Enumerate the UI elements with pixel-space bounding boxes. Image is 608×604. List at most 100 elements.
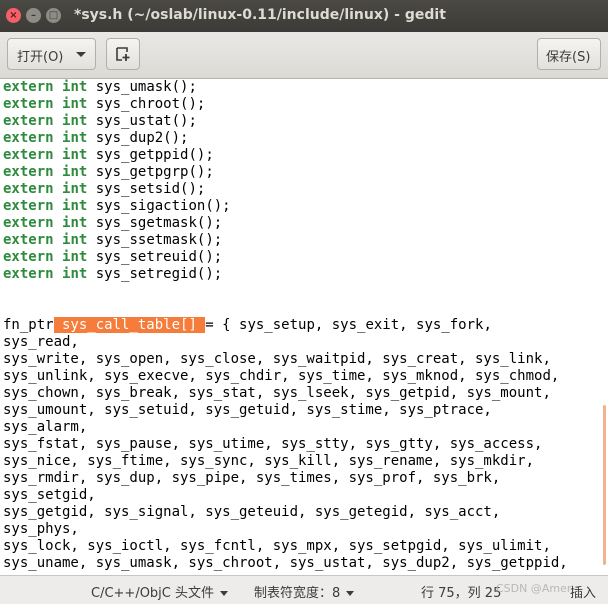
- code-line[interactable]: extern int sys_setregid();: [3, 266, 568, 283]
- code-line[interactable]: sys_unlink, sys_execve, sys_chdir, sys_t…: [3, 368, 568, 385]
- keyword-token: extern: [3, 113, 54, 129]
- code-text: sys_setgid,: [3, 487, 96, 503]
- code-text: sys_rmdir, sys_dup, sys_pipe, sys_times,…: [3, 470, 501, 486]
- code-line[interactable]: sys_getgid, sys_signal, sys_geteuid, sys…: [3, 504, 568, 521]
- code-line[interactable]: sys_umount, sys_setuid, sys_getuid, sys_…: [3, 402, 568, 419]
- keyword-token: int: [62, 79, 88, 95]
- code-view[interactable]: extern int sys_umask(); extern int sys_ch…: [3, 79, 568, 572]
- keyword-token: int: [62, 232, 88, 248]
- code-line[interactable]: extern int sys_chroot();: [3, 96, 568, 113]
- minimize-window-button[interactable]: –: [26, 8, 41, 23]
- code-line[interactable]: extern int sys_dup2();: [3, 130, 568, 147]
- code-text: sys_setsid();: [87, 181, 206, 197]
- chevron-down-icon: [346, 591, 355, 596]
- save-button[interactable]: 保存(S): [537, 38, 601, 70]
- keyword-token: int: [62, 147, 88, 163]
- keyword-token: int: [62, 130, 88, 146]
- code-line[interactable]: sys_phys,: [3, 521, 568, 538]
- insert-mode: 插入: [570, 586, 597, 601]
- code-text: sys_uname, sys_umask, sys_chroot, sys_us…: [3, 555, 568, 571]
- window-title: *sys.h (~/oslab/linux-0.11/include/linux…: [74, 7, 446, 23]
- code-line[interactable]: sys_nice, sys_ftime, sys_sync, sys_kill,…: [3, 453, 568, 470]
- search-highlight: sys_call_table[]: [53, 317, 206, 333]
- code-line[interactable]: extern int sys_ustat();: [3, 113, 568, 130]
- keyword-token: int: [62, 249, 88, 265]
- code-line[interactable]: extern int sys_ssetmask();: [3, 232, 568, 249]
- new-document-button[interactable]: [106, 38, 140, 70]
- code-line[interactable]: extern int sys_setreuid();: [3, 249, 568, 266]
- code-text: sys_getgid, sys_signal, sys_geteuid, sys…: [3, 504, 501, 520]
- code-line[interactable]: sys_read,: [3, 334, 568, 351]
- code-text: sys_lock, sys_ioctl, sys_fcntl, sys_mpx,…: [3, 538, 551, 554]
- code-line[interactable]: sys_lock, sys_ioctl, sys_fcntl, sys_mpx,…: [3, 538, 568, 555]
- scroll-indicator[interactable]: [603, 405, 606, 565]
- keyword-token: extern: [3, 130, 54, 146]
- code-text: sys_unlink, sys_execve, sys_chdir, sys_t…: [3, 368, 560, 384]
- code-text: sys_chroot();: [87, 96, 206, 112]
- code-line[interactable]: sys_fstat, sys_pause, sys_utime, sys_stt…: [3, 436, 568, 453]
- keyword-token: extern: [3, 164, 54, 180]
- code-line[interactable]: extern int sys_setsid();: [3, 181, 568, 198]
- save-button-label: 保存(S): [546, 50, 591, 65]
- code-line[interactable]: [3, 300, 568, 317]
- code-line[interactable]: sys_rmdir, sys_dup, sys_pipe, sys_times,…: [3, 470, 568, 487]
- code-line[interactable]: fn_ptr sys_call_table[] = { sys_setup, s…: [3, 317, 568, 334]
- maximize-window-button[interactable]: □: [46, 8, 61, 23]
- code-text: sys_read,: [3, 334, 79, 350]
- code-line[interactable]: extern int sys_umask();: [3, 79, 568, 96]
- keyword-token: extern: [3, 215, 54, 231]
- keyword-token: int: [62, 181, 88, 197]
- code-line[interactable]: extern int sys_sigaction();: [3, 198, 568, 215]
- code-text: sys_sigaction();: [87, 198, 231, 214]
- code-text: sys_ustat();: [87, 113, 197, 129]
- open-button[interactable]: 打开(O): [7, 38, 96, 70]
- code-line[interactable]: sys_write, sys_open, sys_close, sys_wait…: [3, 351, 568, 368]
- code-text: sys_sgetmask();: [87, 215, 223, 231]
- code-line[interactable]: sys_alarm,: [3, 419, 568, 436]
- keyword-token: int: [62, 215, 88, 231]
- keyword-token: int: [62, 96, 88, 112]
- chevron-down-icon: [76, 52, 86, 57]
- close-window-button[interactable]: ×: [6, 8, 21, 23]
- keyword-token: extern: [3, 147, 54, 163]
- code-line[interactable]: sys_chown, sys_break, sys_stat, sys_lsee…: [3, 385, 568, 402]
- keyword-token: extern: [3, 181, 54, 197]
- language-selector[interactable]: C/C++/ObjC 头文件: [91, 582, 229, 601]
- code-line[interactable]: extern int sys_getppid();: [3, 147, 568, 164]
- tab-width-selector[interactable]: 制表符宽度：8: [254, 582, 355, 601]
- code-line[interactable]: sys_uname, sys_umask, sys_chroot, sys_us…: [3, 555, 568, 572]
- code-text: sys_getppid();: [87, 147, 214, 163]
- code-text: sys_nice, sys_ftime, sys_sync, sys_kill,…: [3, 453, 535, 469]
- keyword-token: extern: [3, 79, 54, 95]
- language-label: C/C++/ObjC 头文件: [91, 586, 215, 601]
- keyword-token: extern: [3, 96, 54, 112]
- keyword-token: extern: [3, 198, 54, 214]
- tab-width-label: 制表符宽度：8: [254, 586, 341, 601]
- code-line[interactable]: [3, 283, 568, 300]
- cursor-position: 行 75，列 25: [421, 586, 502, 601]
- code-text: sys_setregid();: [87, 266, 223, 282]
- keyword-token: int: [62, 113, 88, 129]
- text-editor[interactable]: extern int sys_umask(); extern int sys_ch…: [0, 79, 608, 575]
- code-line[interactable]: extern int sys_sgetmask();: [3, 215, 568, 232]
- code-text: sys_umount, sys_setuid, sys_getuid, sys_…: [3, 402, 492, 418]
- status-bar: C/C++/ObjC 头文件 制表符宽度：8 行 75，列 25 CSDN @A…: [0, 575, 608, 604]
- watermark: CSDN @Amer: [496, 582, 572, 595]
- code-text: sys_phys,: [3, 521, 79, 537]
- code-text: sys_setreuid();: [87, 249, 223, 265]
- keyword-token: int: [62, 198, 88, 214]
- code-text: sys_fstat, sys_pause, sys_utime, sys_stt…: [3, 436, 543, 452]
- code-line[interactable]: sys_setgid,: [3, 487, 568, 504]
- code-line[interactable]: extern int sys_getpgrp();: [3, 164, 568, 181]
- code-text: sys_dup2();: [87, 130, 189, 146]
